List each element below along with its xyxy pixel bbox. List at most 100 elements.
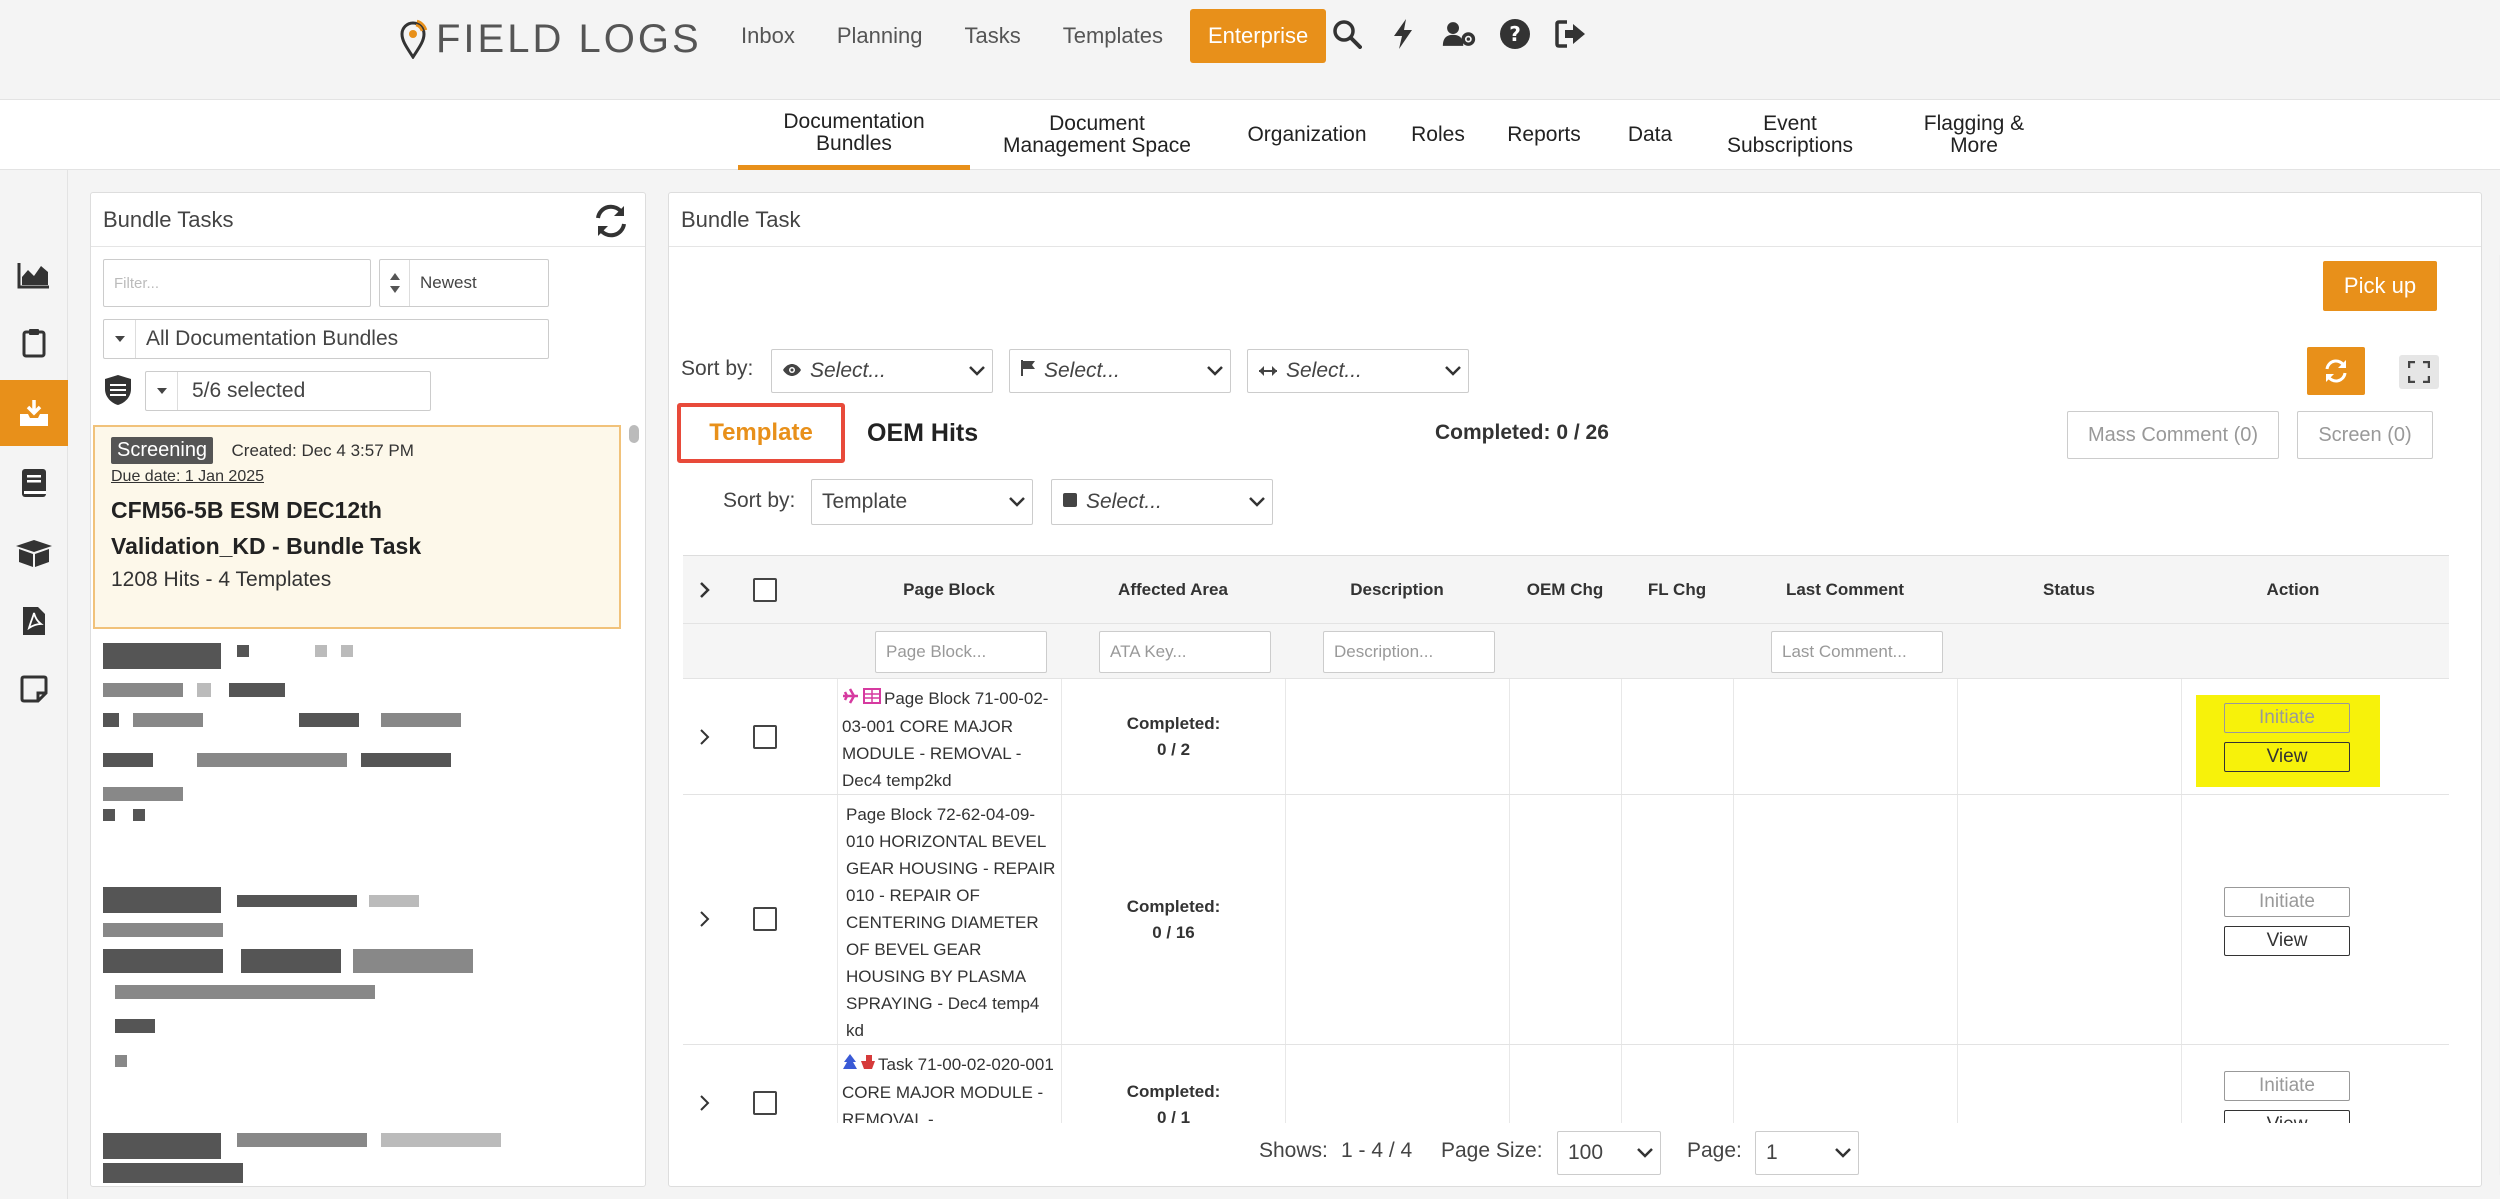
sort-select-visibility[interactable]: Select... <box>771 349 993 393</box>
pick-up-button[interactable]: Pick up <box>2323 261 2437 311</box>
caret-down-icon <box>146 372 178 410</box>
bundle-select[interactable]: All Documentation Bundles <box>103 319 549 359</box>
col-affected-area[interactable]: Affected Area <box>1061 556 1285 624</box>
col-page-block[interactable]: Page Block <box>837 556 1061 624</box>
subnav-roles[interactable]: Roles <box>1390 100 1486 170</box>
logo-icon <box>400 19 428 59</box>
subnav-documentation-bundles[interactable]: Documentation Bundles <box>738 100 970 170</box>
expand-all-icon[interactable] <box>695 580 715 600</box>
sort-select-direction[interactable]: Select... <box>1247 349 1469 393</box>
page-value: 1 <box>1766 1141 1778 1164</box>
bolt-icon[interactable] <box>1386 17 1420 51</box>
chart-icon[interactable] <box>0 242 68 308</box>
col-last-comment[interactable]: Last Comment <box>1733 556 1957 624</box>
subnav-label: Document <box>1049 112 1145 135</box>
subnav-event-subscriptions[interactable]: Event Subscriptions <box>1698 100 1882 170</box>
tab-template[interactable]: Template <box>677 403 845 463</box>
shield-filter-icon[interactable] <box>103 373 133 412</box>
page-select[interactable]: 1 <box>1755 1131 1859 1175</box>
redaction <box>133 809 145 821</box>
search-icon[interactable] <box>1330 17 1364 51</box>
tab-oem-hits[interactable]: OEM Hits <box>867 419 978 448</box>
col-status[interactable]: Status <box>1957 556 2181 624</box>
status-multiselect[interactable]: 5/6 selected <box>145 371 431 411</box>
nav-planning[interactable]: Planning <box>816 23 944 49</box>
row-checkbox[interactable] <box>753 1091 777 1115</box>
logo[interactable]: FIELD LOGS <box>398 14 702 64</box>
row-checkbox[interactable] <box>753 907 777 931</box>
table-row[interactable]: Task 71-00-02-020-001 CORE MAJOR MODULE … <box>683 1045 2449 1123</box>
nav-tasks[interactable]: Tasks <box>943 23 1041 49</box>
top-nav: Inbox Planning Tasks Templates Enterpris… <box>720 8 1327 64</box>
note-icon[interactable] <box>0 656 68 722</box>
description-filter[interactable]: Description... <box>1323 631 1495 673</box>
clipboard-icon[interactable] <box>0 310 68 376</box>
view-button[interactable]: View <box>2224 742 2350 772</box>
col-oem-chg[interactable]: OEM Chg <box>1509 556 1621 624</box>
user-gear-icon[interactable] <box>1442 17 1476 51</box>
list-scrollbar[interactable] <box>629 425 639 443</box>
row-checkbox[interactable] <box>753 725 777 749</box>
subnav-label: Event <box>1763 112 1817 135</box>
col-description[interactable]: Description <box>1285 556 1509 624</box>
initiate-button[interactable]: Initiate <box>2224 887 2350 917</box>
sort-by-label-2: Sort by: <box>723 489 796 512</box>
page-block-filter[interactable]: Page Block... <box>875 631 1047 673</box>
nav-templates[interactable]: Templates <box>1042 23 1184 49</box>
logout-icon[interactable] <box>1554 17 1588 51</box>
chevron-down-icon <box>1438 365 1468 377</box>
sort-template-select[interactable]: Template <box>811 479 1033 525</box>
table-row[interactable]: Page Block 71-00-02-03-001 CORE MAJOR MO… <box>683 679 2449 795</box>
completed-value: 0 / 16 <box>1152 922 1195 942</box>
chevron-down-icon <box>1002 496 1032 508</box>
sort-select-flag[interactable]: Select... <box>1009 349 1231 393</box>
subnav-flagging-more[interactable]: Flagging & More <box>1882 100 2066 170</box>
view-button[interactable]: View <box>2224 926 2350 956</box>
fullscreen-button[interactable] <box>2399 355 2439 389</box>
page-size-select[interactable]: 100 <box>1557 1131 1661 1175</box>
select-value: Select... <box>810 359 886 382</box>
book-icon[interactable] <box>0 450 68 516</box>
shows-label: Shows: <box>1259 1139 1328 1162</box>
affected-area-cell: Completed: 0 / 2 <box>1061 679 1285 794</box>
row-expand-icon[interactable] <box>695 1093 715 1113</box>
pdf-icon[interactable] <box>0 588 68 654</box>
ata-key-filter[interactable]: ATA Key... <box>1099 631 1271 673</box>
redacted-list-item[interactable] <box>91 643 631 843</box>
refresh-icon[interactable] <box>593 203 629 245</box>
chevron-down-icon <box>1630 1147 1660 1159</box>
initiate-button[interactable]: Initiate <box>2224 703 2350 733</box>
view-button[interactable]: View <box>2224 1110 2350 1123</box>
screen-button[interactable]: Screen (0) <box>2297 411 2433 459</box>
secondary-sort-select[interactable]: Select... <box>1051 479 1273 525</box>
sort-select[interactable]: Newest <box>379 259 549 307</box>
mass-comment-button[interactable]: Mass Comment (0) <box>2067 411 2279 459</box>
row-expand-icon[interactable] <box>695 727 715 747</box>
row-expand-icon[interactable] <box>695 909 715 929</box>
sync-button[interactable] <box>2307 347 2365 395</box>
table-row[interactable]: Page Block 72-62-04-09-010 HORIZONTAL BE… <box>683 795 2449 1045</box>
redacted-list-item[interactable] <box>91 887 631 1067</box>
package-icon[interactable] <box>0 520 68 586</box>
subnav-reports[interactable]: Reports <box>1486 100 1602 170</box>
subnav-organization[interactable]: Organization <box>1224 100 1390 170</box>
help-icon[interactable]: ? <box>1498 17 1532 51</box>
card-title-line: Validation_KD - Bundle Task <box>111 533 422 559</box>
inbox-tray-icon[interactable] <box>0 380 68 446</box>
bundle-card-selected[interactable]: Screening Created: Dec 4 3:57 PM Due dat… <box>93 425 621 629</box>
subnav-document-management[interactable]: Document Management Space <box>970 100 1224 170</box>
nav-enterprise[interactable]: Enterprise <box>1190 9 1327 63</box>
nav-inbox[interactable]: Inbox <box>720 23 816 49</box>
completed-label: Completed: <box>1126 896 1221 916</box>
select-all-checkbox[interactable] <box>753 578 777 602</box>
description-cell <box>1285 795 1509 1044</box>
col-fl-chg[interactable]: FL Chg <box>1621 556 1733 624</box>
completed-value: 0 / 26 <box>1556 421 1609 444</box>
redacted-list-item[interactable] <box>91 1133 631 1183</box>
initiate-button[interactable]: Initiate <box>2224 1071 2350 1101</box>
subnav-data[interactable]: Data <box>1602 100 1698 170</box>
redaction <box>115 985 375 999</box>
last-comment-filter[interactable]: Last Comment... <box>1771 631 1943 673</box>
description-cell <box>1285 1045 1509 1123</box>
filter-input[interactable]: Filter... <box>103 259 371 307</box>
